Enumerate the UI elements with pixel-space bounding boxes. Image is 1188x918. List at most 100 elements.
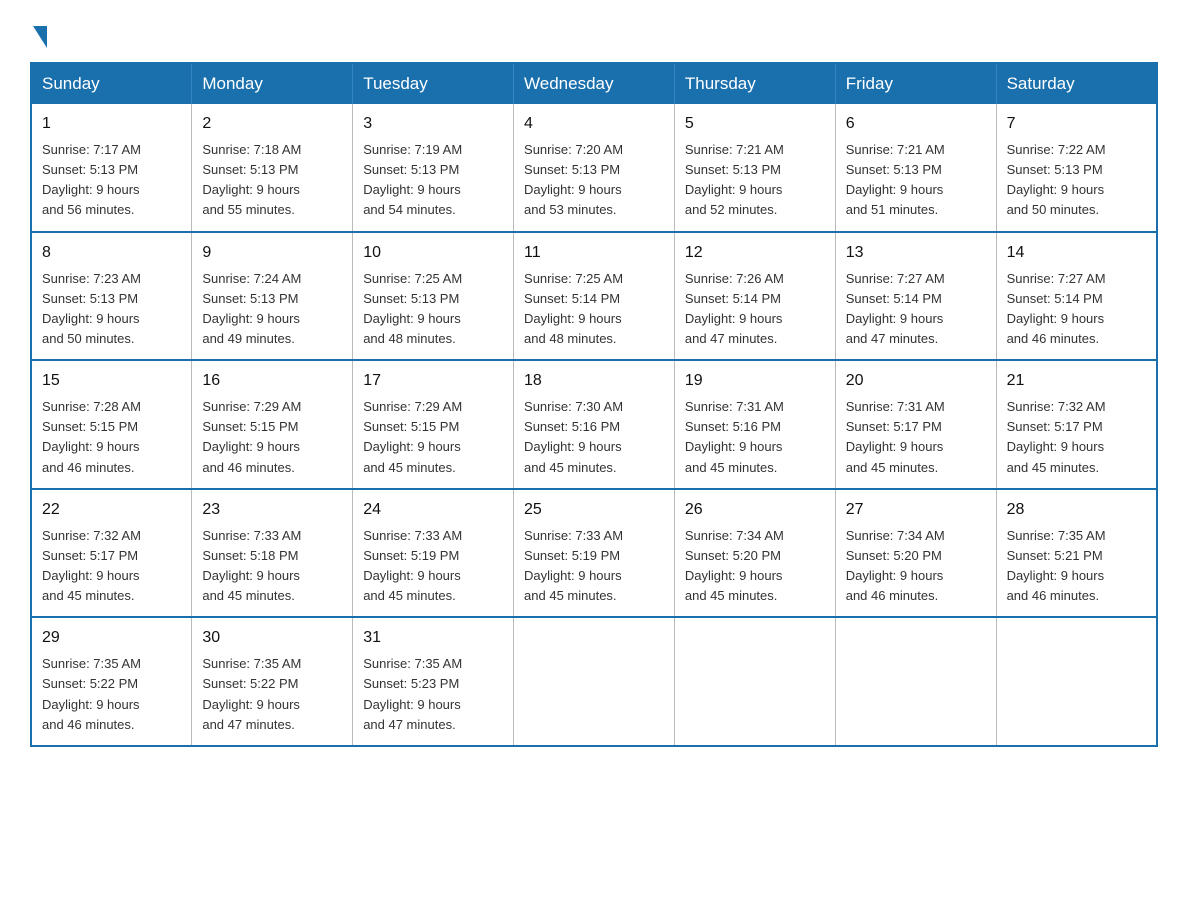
week-row-5: 29 Sunrise: 7:35 AM Sunset: 5:22 PM Dayl… xyxy=(31,617,1157,746)
day-number: 21 xyxy=(1007,369,1146,393)
day-info: Sunrise: 7:19 AM Sunset: 5:13 PM Dayligh… xyxy=(363,140,503,221)
calendar-cell: 4 Sunrise: 7:20 AM Sunset: 5:13 PM Dayli… xyxy=(514,104,675,232)
calendar-cell: 21 Sunrise: 7:32 AM Sunset: 5:17 PM Dayl… xyxy=(996,360,1157,489)
day-number: 20 xyxy=(846,369,986,393)
calendar-cell: 16 Sunrise: 7:29 AM Sunset: 5:15 PM Dayl… xyxy=(192,360,353,489)
calendar-cell: 1 Sunrise: 7:17 AM Sunset: 5:13 PM Dayli… xyxy=(31,104,192,232)
day-number: 5 xyxy=(685,112,825,136)
day-number: 24 xyxy=(363,498,503,522)
calendar-cell: 13 Sunrise: 7:27 AM Sunset: 5:14 PM Dayl… xyxy=(835,232,996,361)
day-info: Sunrise: 7:35 AM Sunset: 5:22 PM Dayligh… xyxy=(42,654,181,735)
day-number: 14 xyxy=(1007,241,1146,265)
calendar-cell: 28 Sunrise: 7:35 AM Sunset: 5:21 PM Dayl… xyxy=(996,489,1157,618)
day-info: Sunrise: 7:23 AM Sunset: 5:13 PM Dayligh… xyxy=(42,269,181,350)
calendar-cell: 25 Sunrise: 7:33 AM Sunset: 5:19 PM Dayl… xyxy=(514,489,675,618)
calendar-cell: 15 Sunrise: 7:28 AM Sunset: 5:15 PM Dayl… xyxy=(31,360,192,489)
day-info: Sunrise: 7:28 AM Sunset: 5:15 PM Dayligh… xyxy=(42,397,181,478)
calendar-cell: 7 Sunrise: 7:22 AM Sunset: 5:13 PM Dayli… xyxy=(996,104,1157,232)
calendar-cell: 6 Sunrise: 7:21 AM Sunset: 5:13 PM Dayli… xyxy=(835,104,996,232)
day-number: 8 xyxy=(42,241,181,265)
day-info: Sunrise: 7:26 AM Sunset: 5:14 PM Dayligh… xyxy=(685,269,825,350)
day-number: 12 xyxy=(685,241,825,265)
day-number: 11 xyxy=(524,241,664,265)
day-info: Sunrise: 7:17 AM Sunset: 5:13 PM Dayligh… xyxy=(42,140,181,221)
day-number: 15 xyxy=(42,369,181,393)
day-header-sunday: Sunday xyxy=(31,63,192,104)
calendar-cell: 19 Sunrise: 7:31 AM Sunset: 5:16 PM Dayl… xyxy=(674,360,835,489)
day-info: Sunrise: 7:24 AM Sunset: 5:13 PM Dayligh… xyxy=(202,269,342,350)
calendar-cell: 3 Sunrise: 7:19 AM Sunset: 5:13 PM Dayli… xyxy=(353,104,514,232)
week-row-2: 8 Sunrise: 7:23 AM Sunset: 5:13 PM Dayli… xyxy=(31,232,1157,361)
day-number: 16 xyxy=(202,369,342,393)
calendar-cell: 5 Sunrise: 7:21 AM Sunset: 5:13 PM Dayli… xyxy=(674,104,835,232)
day-info: Sunrise: 7:31 AM Sunset: 5:16 PM Dayligh… xyxy=(685,397,825,478)
day-info: Sunrise: 7:25 AM Sunset: 5:13 PM Dayligh… xyxy=(363,269,503,350)
week-row-1: 1 Sunrise: 7:17 AM Sunset: 5:13 PM Dayli… xyxy=(31,104,1157,232)
calendar-cell: 30 Sunrise: 7:35 AM Sunset: 5:22 PM Dayl… xyxy=(192,617,353,746)
day-number: 27 xyxy=(846,498,986,522)
logo-triangle-icon xyxy=(33,26,47,48)
day-info: Sunrise: 7:35 AM Sunset: 5:22 PM Dayligh… xyxy=(202,654,342,735)
day-number: 30 xyxy=(202,626,342,650)
day-info: Sunrise: 7:22 AM Sunset: 5:13 PM Dayligh… xyxy=(1007,140,1146,221)
calendar-cell xyxy=(514,617,675,746)
day-number: 17 xyxy=(363,369,503,393)
day-number: 3 xyxy=(363,112,503,136)
calendar-cell xyxy=(996,617,1157,746)
calendar-cell: 31 Sunrise: 7:35 AM Sunset: 5:23 PM Dayl… xyxy=(353,617,514,746)
day-info: Sunrise: 7:29 AM Sunset: 5:15 PM Dayligh… xyxy=(363,397,503,478)
day-number: 7 xyxy=(1007,112,1146,136)
day-number: 6 xyxy=(846,112,986,136)
week-row-4: 22 Sunrise: 7:32 AM Sunset: 5:17 PM Dayl… xyxy=(31,489,1157,618)
calendar-cell: 29 Sunrise: 7:35 AM Sunset: 5:22 PM Dayl… xyxy=(31,617,192,746)
day-info: Sunrise: 7:32 AM Sunset: 5:17 PM Dayligh… xyxy=(42,526,181,607)
day-number: 26 xyxy=(685,498,825,522)
day-info: Sunrise: 7:30 AM Sunset: 5:16 PM Dayligh… xyxy=(524,397,664,478)
day-number: 25 xyxy=(524,498,664,522)
day-number: 4 xyxy=(524,112,664,136)
calendar-cell: 20 Sunrise: 7:31 AM Sunset: 5:17 PM Dayl… xyxy=(835,360,996,489)
day-header-saturday: Saturday xyxy=(996,63,1157,104)
day-header-thursday: Thursday xyxy=(674,63,835,104)
day-info: Sunrise: 7:18 AM Sunset: 5:13 PM Dayligh… xyxy=(202,140,342,221)
day-info: Sunrise: 7:33 AM Sunset: 5:19 PM Dayligh… xyxy=(363,526,503,607)
day-info: Sunrise: 7:31 AM Sunset: 5:17 PM Dayligh… xyxy=(846,397,986,478)
calendar-cell: 2 Sunrise: 7:18 AM Sunset: 5:13 PM Dayli… xyxy=(192,104,353,232)
calendar-cell: 11 Sunrise: 7:25 AM Sunset: 5:14 PM Dayl… xyxy=(514,232,675,361)
header xyxy=(30,20,1158,44)
day-header-friday: Friday xyxy=(835,63,996,104)
day-header-monday: Monday xyxy=(192,63,353,104)
day-header-wednesday: Wednesday xyxy=(514,63,675,104)
day-info: Sunrise: 7:33 AM Sunset: 5:19 PM Dayligh… xyxy=(524,526,664,607)
day-info: Sunrise: 7:34 AM Sunset: 5:20 PM Dayligh… xyxy=(685,526,825,607)
day-info: Sunrise: 7:21 AM Sunset: 5:13 PM Dayligh… xyxy=(846,140,986,221)
calendar-cell: 17 Sunrise: 7:29 AM Sunset: 5:15 PM Dayl… xyxy=(353,360,514,489)
calendar-cell xyxy=(674,617,835,746)
day-number: 28 xyxy=(1007,498,1146,522)
day-info: Sunrise: 7:27 AM Sunset: 5:14 PM Dayligh… xyxy=(846,269,986,350)
day-number: 18 xyxy=(524,369,664,393)
day-info: Sunrise: 7:35 AM Sunset: 5:23 PM Dayligh… xyxy=(363,654,503,735)
calendar-cell: 26 Sunrise: 7:34 AM Sunset: 5:20 PM Dayl… xyxy=(674,489,835,618)
day-info: Sunrise: 7:33 AM Sunset: 5:18 PM Dayligh… xyxy=(202,526,342,607)
day-info: Sunrise: 7:35 AM Sunset: 5:21 PM Dayligh… xyxy=(1007,526,1146,607)
day-number: 2 xyxy=(202,112,342,136)
calendar-cell: 8 Sunrise: 7:23 AM Sunset: 5:13 PM Dayli… xyxy=(31,232,192,361)
day-number: 10 xyxy=(363,241,503,265)
day-number: 22 xyxy=(42,498,181,522)
day-number: 23 xyxy=(202,498,342,522)
calendar-cell: 22 Sunrise: 7:32 AM Sunset: 5:17 PM Dayl… xyxy=(31,489,192,618)
day-info: Sunrise: 7:34 AM Sunset: 5:20 PM Dayligh… xyxy=(846,526,986,607)
calendar-cell: 24 Sunrise: 7:33 AM Sunset: 5:19 PM Dayl… xyxy=(353,489,514,618)
day-info: Sunrise: 7:32 AM Sunset: 5:17 PM Dayligh… xyxy=(1007,397,1146,478)
calendar-cell: 18 Sunrise: 7:30 AM Sunset: 5:16 PM Dayl… xyxy=(514,360,675,489)
day-header-tuesday: Tuesday xyxy=(353,63,514,104)
day-header-row: SundayMondayTuesdayWednesdayThursdayFrid… xyxy=(31,63,1157,104)
calendar-cell: 27 Sunrise: 7:34 AM Sunset: 5:20 PM Dayl… xyxy=(835,489,996,618)
day-number: 29 xyxy=(42,626,181,650)
logo xyxy=(30,20,47,44)
calendar-table: SundayMondayTuesdayWednesdayThursdayFrid… xyxy=(30,62,1158,747)
day-number: 19 xyxy=(685,369,825,393)
day-number: 9 xyxy=(202,241,342,265)
week-row-3: 15 Sunrise: 7:28 AM Sunset: 5:15 PM Dayl… xyxy=(31,360,1157,489)
